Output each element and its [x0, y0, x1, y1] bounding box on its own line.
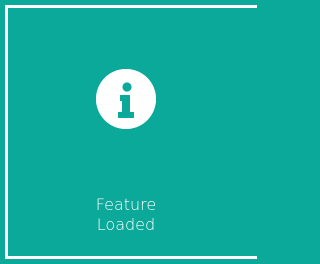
message-line-2: Loaded	[96, 215, 156, 234]
message-line-1: Feature	[95, 195, 157, 214]
notification-message: Feature Loaded	[0, 195, 252, 235]
info-icon	[96, 69, 156, 129]
feature-loaded-notification: Feature Loaded	[0, 0, 257, 264]
